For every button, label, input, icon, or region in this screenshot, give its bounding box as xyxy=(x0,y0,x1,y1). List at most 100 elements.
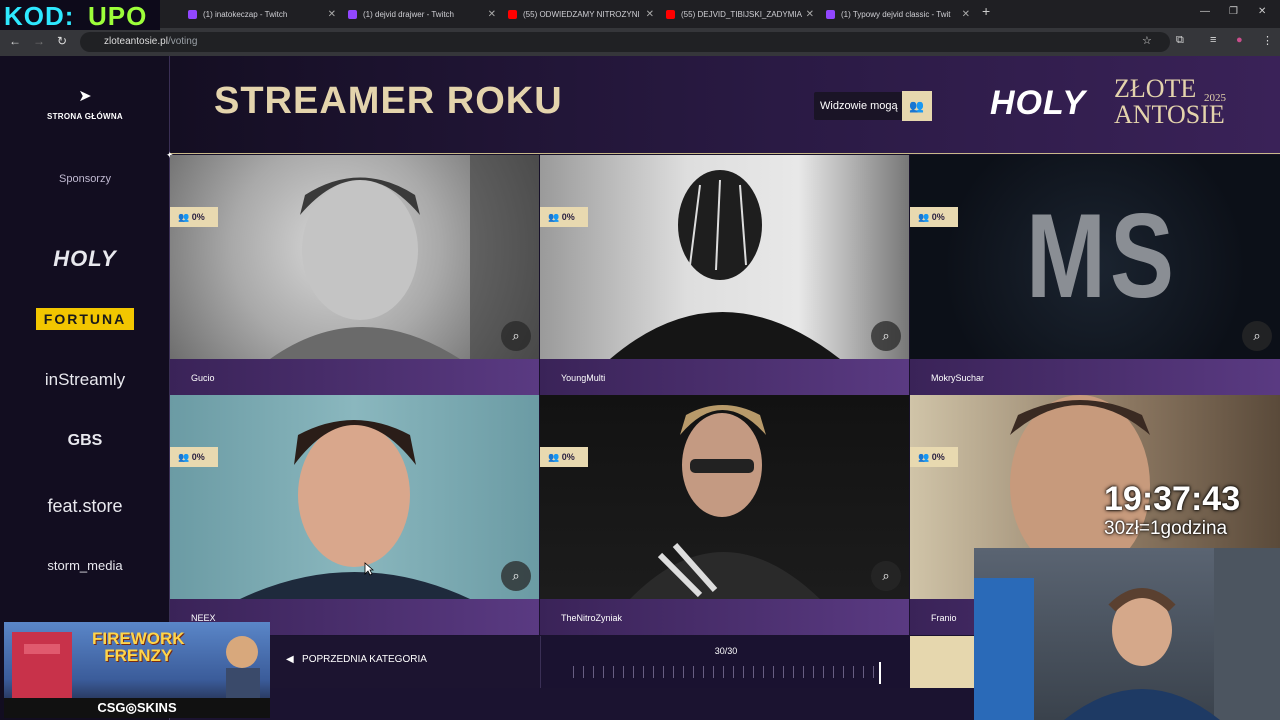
tab-title: (55) ODWIEDZAMY NITROZYNI xyxy=(523,9,640,19)
browser-tab[interactable]: (1) inatokeczap - Twitch ✕ xyxy=(180,4,340,24)
url-host: zloteantosie.pl xyxy=(104,36,168,47)
logo-left-text: KOD: xyxy=(4,1,75,31)
home-link[interactable]: ➤ STRONA GŁÓWNA xyxy=(0,86,170,124)
tab-title: (55) DEJVID_TIBIJSKI_ZADYMIA xyxy=(681,9,802,19)
vote-percent-badge: 👥 0% xyxy=(170,447,218,467)
zoom-icon[interactable]: ⌕ xyxy=(501,321,531,351)
reload-icon[interactable]: ↻ xyxy=(57,34,67,48)
portrait-illustration xyxy=(630,405,820,599)
nominee-name: Gucio xyxy=(191,373,215,383)
ad-sponsor-name: CSG◎SKINS xyxy=(4,698,270,718)
mouse-pointer-icon xyxy=(364,562,374,576)
zoom-icon[interactable]: ⌕ xyxy=(1242,321,1272,351)
progress-cursor xyxy=(879,662,881,684)
nominee-card[interactable]: 👥 0% ⌕ NEEX xyxy=(170,395,539,635)
vote-percent: 0% xyxy=(561,452,575,462)
forward-icon[interactable]: → xyxy=(33,34,45,48)
sponsor-holy-logo[interactable]: HOLY xyxy=(0,246,170,272)
nominee-initials-logo: MS xyxy=(1026,189,1178,324)
extensions-icon[interactable]: ⧉ xyxy=(1176,34,1184,47)
vote-percent-badge: 👥 0% xyxy=(910,207,958,227)
close-icon[interactable]: ✕ xyxy=(962,9,970,20)
vote-percent-badge: 👥 0% xyxy=(170,207,218,227)
stream-timer: 19:37:43 xyxy=(1104,480,1241,518)
zoom-icon[interactable]: ⌕ xyxy=(871,561,901,591)
zoom-icon[interactable]: ⌕ xyxy=(501,561,531,591)
holy-brand-logo: HOLY xyxy=(990,84,1086,122)
nominee-name: YoungMulti xyxy=(561,373,606,383)
maximize-icon[interactable]: ❐ xyxy=(1229,6,1238,17)
twitch-icon xyxy=(188,9,197,19)
portrait-illustration xyxy=(240,420,470,599)
close-icon[interactable]: ✕ xyxy=(488,9,496,20)
sponsor-fortuna-logo[interactable]: FORTUNA xyxy=(36,308,134,330)
previous-category-label: POPRZEDNIA KATEGORIA xyxy=(302,654,427,665)
address-bar[interactable]: zloteantosie.pl/voting xyxy=(80,32,1170,52)
users-icon: 👥 xyxy=(178,212,190,222)
vote-percent: 0% xyxy=(191,452,205,462)
sponsor-instreamly-logo[interactable]: inStreamly xyxy=(0,370,170,390)
sponsor-gbs-logo[interactable]: GBS xyxy=(0,432,170,450)
brand-line2: ANTOSIE xyxy=(1114,100,1225,129)
logo-right-text: UPO xyxy=(88,1,148,31)
browser-tab[interactable]: (1) dejvid drajwer - Twitch ✕ xyxy=(340,4,500,24)
users-icon: 👥 xyxy=(918,212,930,222)
browser-tab[interactable]: (55) DEJVID_TIBIJSKI_ZADYMIA ✕ xyxy=(658,4,818,24)
viewers-can-vote-button[interactable]: Widzowie mogą 👥 xyxy=(814,91,932,121)
zoom-icon[interactable]: ⌕ xyxy=(871,321,901,351)
nominee-name: Franio xyxy=(931,613,957,623)
portrait-illustration xyxy=(610,170,840,359)
close-icon[interactable]: ✕ xyxy=(806,9,814,20)
nominee-card[interactable]: 👥 0% ⌕ YoungMulti xyxy=(540,155,909,395)
browser-toolbar: ← → ↻ zloteantosie.pl/voting ☆ ⧉ ≡ ● ⋮ xyxy=(0,28,1280,56)
minimize-icon[interactable]: — xyxy=(1200,6,1210,17)
next-category-button[interactable] xyxy=(910,636,974,688)
progress-ticks xyxy=(573,666,879,678)
subathon-rate: 30zł=1godzina xyxy=(1104,518,1228,539)
sponsors-title: Sponsorzy xyxy=(59,173,111,185)
users-icon: 👥 xyxy=(178,452,190,462)
users-icon: 👥 xyxy=(548,212,560,222)
twitch-icon xyxy=(826,9,835,19)
tab-title: (1) inatokeczap - Twitch xyxy=(203,9,288,19)
new-tab-button[interactable]: + xyxy=(982,3,990,19)
sidebar: ➤ STRONA GŁÓWNA Sponsorzy HOLY FORTUNA i… xyxy=(0,56,170,720)
viewers-label: Widzowie mogą xyxy=(820,100,898,112)
nominee-name: MokrySuchar xyxy=(931,373,985,383)
twitch-icon xyxy=(348,9,357,19)
sponsor-ad-overlay: FIREWORK FRENZY CSG◎SKINS xyxy=(4,622,270,718)
media-control-icon[interactable]: ≡ xyxy=(1210,34,1216,46)
nominee-card[interactable]: 👥 0% ⌕ Gucio xyxy=(170,155,539,395)
vote-percent: 0% xyxy=(931,212,945,222)
vote-percent-badge: 👥 0% xyxy=(910,447,958,467)
streamer-webcam xyxy=(974,548,1280,720)
nominee-card[interactable]: MS 👥 0% ⌕ MokrySuchar xyxy=(910,155,1280,395)
users-icon: 👥 xyxy=(901,91,932,121)
ad-title: FIREWORK FRENZY xyxy=(92,630,185,664)
menu-icon[interactable]: ⋮ xyxy=(1262,34,1273,47)
previous-category-button[interactable]: ◀ POPRZEDNIA KATEGORIA xyxy=(286,654,427,665)
sponsor-featstore-logo[interactable]: feat.store xyxy=(0,496,170,517)
nominee-name-bar: YoungMulti xyxy=(540,359,909,395)
close-icon[interactable]: ✕ xyxy=(646,9,654,20)
nominee-name-bar: Gucio xyxy=(170,359,539,395)
url-path: /voting xyxy=(167,36,198,47)
bookmark-star-icon[interactable]: ☆ xyxy=(1142,34,1152,47)
webcam-scene xyxy=(974,548,1280,720)
home-label: STRONA GŁÓWNA xyxy=(46,112,124,121)
browser-tab[interactable]: (1) Typowy dejvid classic - Twit ✕ xyxy=(818,4,974,24)
tab-title: (1) Typowy dejvid classic - Twit xyxy=(841,9,951,19)
sponsor-stormmedia-logo[interactable]: storm_media xyxy=(0,558,170,573)
stream-code-logo: KOD: UPO xyxy=(0,0,160,31)
back-icon[interactable]: ← xyxy=(9,34,21,48)
nominee-card[interactable]: 👥 0% ⌕ TheNitroZyniak xyxy=(540,395,909,635)
arrow-left-icon: ➤ xyxy=(78,88,92,105)
nominee-photo xyxy=(540,395,909,599)
close-icon[interactable]: ✕ xyxy=(328,9,336,20)
nominee-name-bar: MokrySuchar xyxy=(910,359,1280,395)
nominee-photo xyxy=(170,155,539,359)
vote-percent: 0% xyxy=(561,212,575,222)
browser-tab[interactable]: (55) ODWIEDZAMY NITROZYNI ✕ xyxy=(500,4,658,24)
profile-avatar-icon[interactable]: ● xyxy=(1236,34,1243,46)
window-close-icon[interactable]: ✕ xyxy=(1258,6,1266,17)
